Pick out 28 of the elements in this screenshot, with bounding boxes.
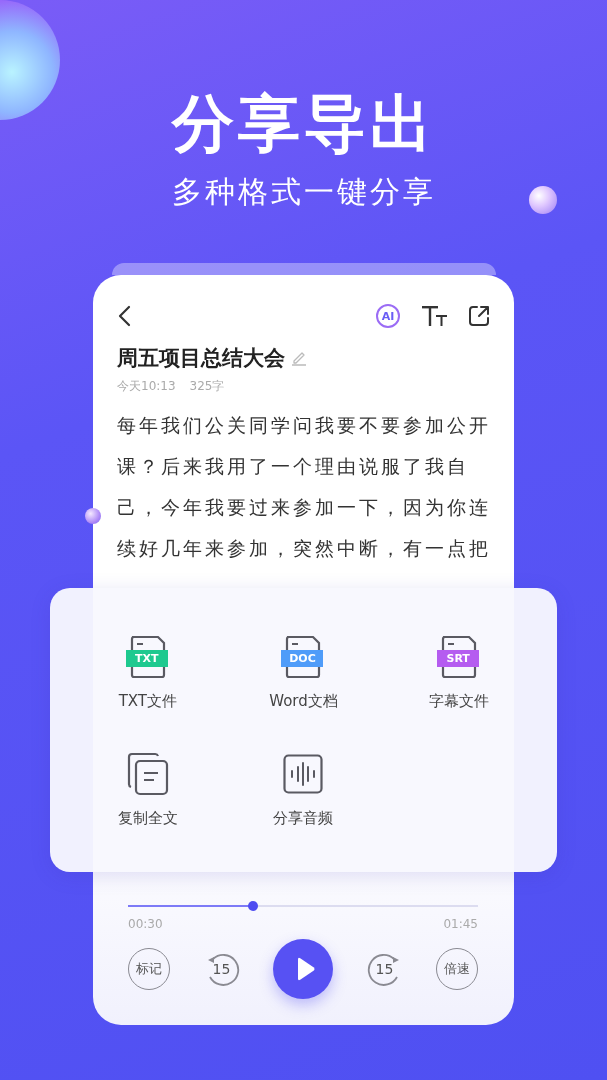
total-time: 01:45 xyxy=(443,917,478,931)
note-body: 每年我们公关同学问我要不要参加公开课？后来我用了一个理由说服了我自己，今年我要过来参加一下，因为你连续好几年来参加，突然中断，有一点把 xyxy=(117,413,492,561)
word-count: 325字 xyxy=(189,378,225,395)
copy-icon xyxy=(126,752,169,796)
forward-button[interactable]: 15 xyxy=(366,951,403,987)
audio-wave-icon xyxy=(283,754,324,794)
file-type-label: TXT xyxy=(125,650,168,667)
share-option[interactable]: Word文档 xyxy=(269,692,338,711)
share-option[interactable]: TXT文件 xyxy=(118,692,177,711)
file-type-label: DOC xyxy=(281,650,324,667)
rewind-button[interactable]: 15 xyxy=(203,951,240,987)
share-option[interactable]: 字幕文件 xyxy=(429,692,490,711)
progress-thumb[interactable] xyxy=(247,901,258,911)
play-button[interactable] xyxy=(273,939,333,999)
note-title: 周五项目总结大会 xyxy=(117,345,285,372)
share-icon[interactable] xyxy=(468,305,490,327)
share-option[interactable]: 分享音频 xyxy=(273,809,334,828)
font-size-icon[interactable] xyxy=(422,305,448,327)
file-type-label: SRT xyxy=(437,650,480,667)
elapsed-time: 00:30 xyxy=(128,917,163,931)
glow-orb xyxy=(85,508,101,524)
hero-subtitle: 多种格式一键分享 xyxy=(171,173,436,211)
back-icon[interactable] xyxy=(117,304,131,328)
ai-button[interactable]: AI xyxy=(376,304,400,328)
glow-orb xyxy=(529,186,557,214)
share-option[interactable]: 复制全文 xyxy=(117,809,178,828)
hero-title: 分享导出 xyxy=(171,86,436,162)
note-date: 今天10:13 xyxy=(117,378,176,395)
